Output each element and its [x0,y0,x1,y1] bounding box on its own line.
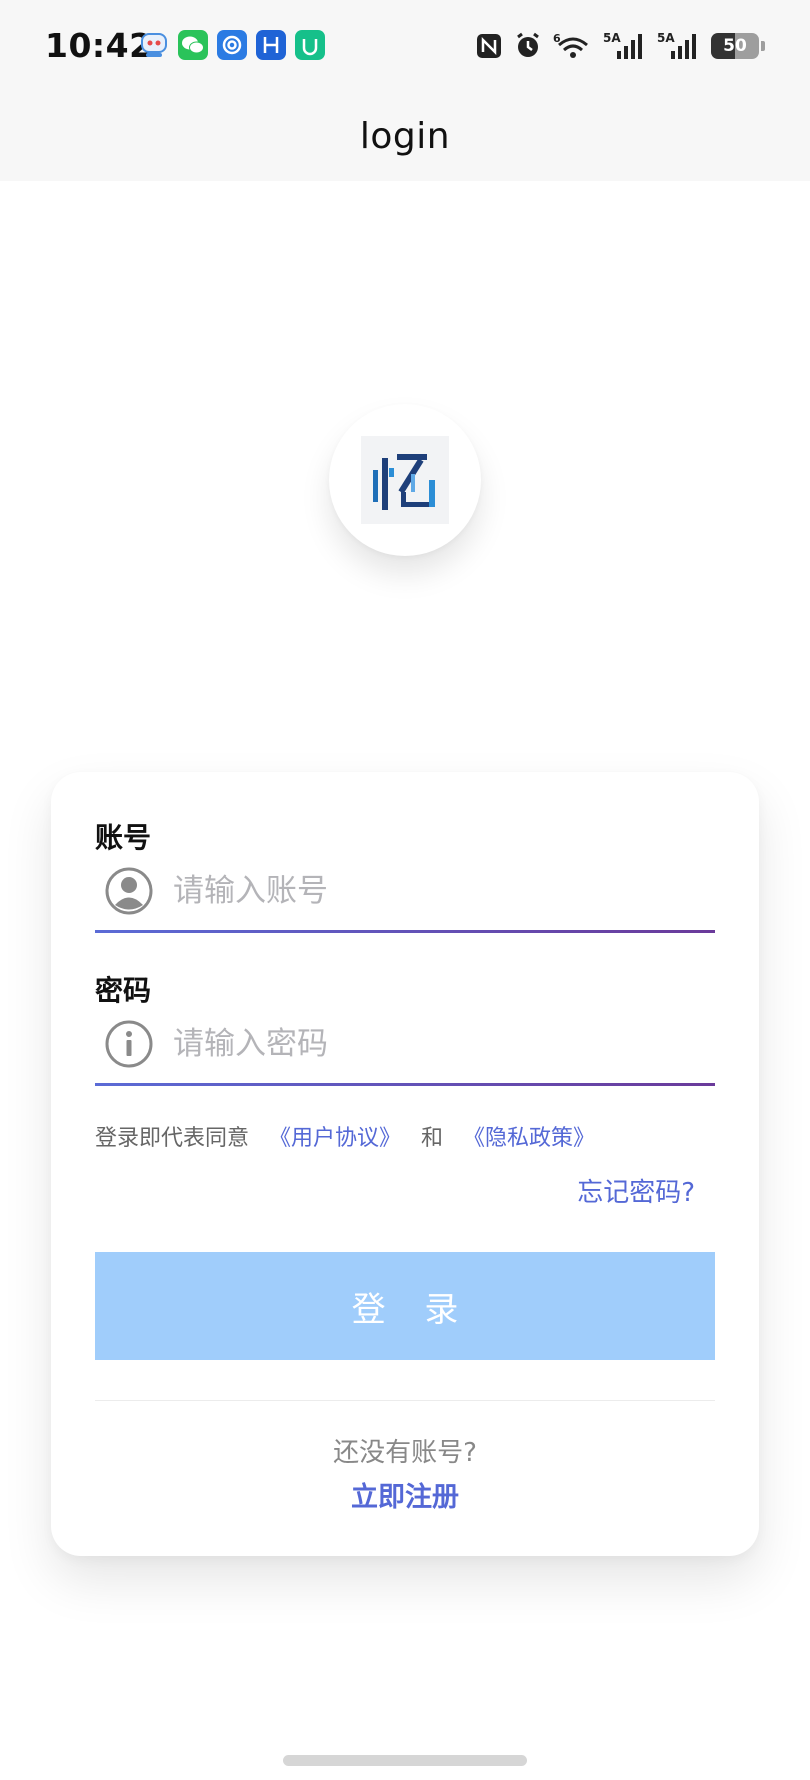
login-button[interactable]: 登 录 [95,1252,715,1360]
divider [95,1400,715,1401]
status-time: 10:42 [45,26,153,65]
status-bar: 10:42 6 5A 5A 50 [0,0,810,92]
user-agreement-link[interactable]: 《用户协议》 [269,1120,401,1152]
wifi-6-icon: 6 [553,31,593,61]
user-avatar-icon [103,865,155,917]
account-field-row[interactable] [95,854,715,928]
h-app-icon [256,30,286,60]
network-label-2: 5A [657,31,675,45]
agreement-row: 登录即代表同意 《用户协议》 和 《隐私政策》 [95,1120,595,1152]
home-indicator[interactable] [283,1755,527,1766]
password-label: 密码 [95,974,152,1007]
password-input[interactable] [173,1014,693,1074]
battery-level: 50 [711,33,759,59]
agreement-prefix: 登录即代表同意 [95,1126,250,1151]
info-icon [103,1018,155,1070]
network-label-1: 5A [603,31,621,45]
app-logo [329,404,481,556]
top-bar: 10:42 6 5A 5A 50 login [0,0,810,181]
robot-app-icon [139,30,169,60]
mi-home-icon [295,30,325,60]
login-card: 账号 密码 登录即代表同意 《用户协议》 和 《隐私政策》 [51,772,759,1556]
forgot-password-link[interactable]: 忘记密码? [577,1172,695,1209]
register-link[interactable]: 立即注册 [51,1475,759,1514]
account-label: 账号 [95,821,152,854]
no-account-text: 还没有账号? [333,1438,477,1468]
password-underline [95,1083,715,1086]
wechat-icon [178,30,208,60]
nfc-icon [475,32,503,60]
account-underline [95,930,715,933]
password-field-row[interactable] [95,1007,715,1081]
title-bar: login [0,92,810,181]
alarm-icon [513,31,543,61]
privacy-policy-link[interactable]: 《隐私政策》 [463,1120,595,1152]
battery-icon: 50 [711,33,765,59]
account-input[interactable] [173,861,693,921]
logo-square [361,436,449,524]
agreement-and: 和 [421,1126,444,1151]
app-logo-icon [373,454,435,510]
notification-icons [139,30,325,60]
signal-5a-icon: 5A [657,31,701,61]
browser-app-icon [217,30,247,60]
page-title: login [359,116,451,157]
system-icons: 6 5A 5A 50 [475,28,765,64]
signal-5a-icon: 5A [603,31,647,61]
